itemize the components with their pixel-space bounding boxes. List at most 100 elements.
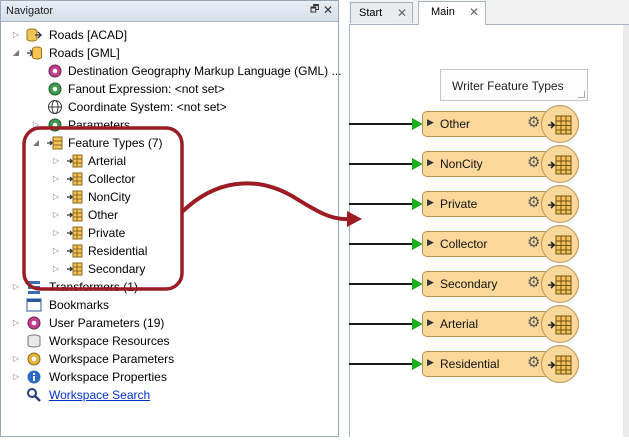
tree-item-bookmarks[interactable]: Bookmarks [1,296,338,314]
expand-arrow-icon[interactable]: ▷ [51,228,61,238]
table-icon [548,115,572,135]
close-icon[interactable]: ✕ [323,4,335,16]
writer-feature-type-collector[interactable]: ▶ Collector ⚙ [422,231,552,257]
writer-feature-type-residential[interactable]: ▶ Residential ⚙ [422,351,552,377]
tree-item-label: Arterial [88,154,127,168]
tree-item-workspace-properties[interactable]: ▷ Workspace Properties [1,368,338,386]
connection-line[interactable] [349,243,413,245]
expand-arrow-icon[interactable]: ▷ [51,174,61,184]
tree-item-label: Feature Types (7) [68,136,163,150]
expand-chevron-icon[interactable]: ▶ [427,197,434,208]
vertical-scrollbar[interactable] [623,25,629,437]
connection-line[interactable] [349,203,413,205]
gear-icon[interactable]: ⚙ [527,235,540,251]
connection-line[interactable] [349,123,413,125]
expand-chevron-icon[interactable]: ▶ [427,237,434,248]
connection-line[interactable] [349,283,413,285]
gear-icon[interactable]: ⚙ [527,315,540,331]
expand-arrow-icon[interactable]: ▷ [11,318,21,328]
dataset-reader-icon [26,28,42,42]
close-icon[interactable]: ✕ [469,5,479,19]
writer-feature-type-secondary[interactable]: ▶ Secondary ⚙ [422,271,552,297]
connection-line[interactable] [349,363,413,365]
expand-arrow-icon[interactable]: ▷ [51,246,61,256]
writer-feature-type-arterial[interactable]: ▶ Arterial ⚙ [422,311,552,337]
expand-arrow-icon[interactable]: ▷ [51,264,61,274]
tree-item-label: Destination Geography Markup Language (G… [68,64,342,78]
tree-item-fanout-expression[interactable]: Fanout Expression: <not set> [1,80,338,98]
expand-chevron-icon[interactable]: ▶ [427,157,434,168]
table-icon [548,235,572,255]
writer-table-icon[interactable] [541,305,579,343]
tree-item-arterial[interactable]: ▷ Arterial [1,152,338,170]
workspace-search-link[interactable]: Workspace Search [49,386,150,404]
table-icon [548,315,572,335]
tree-item-workspace-search[interactable]: Workspace Search [1,386,338,404]
tree-item-workspace-parameters[interactable]: ▷ Workspace Parameters [1,350,338,368]
tree-item-label: NonCity [88,190,131,204]
expand-arrow-icon[interactable]: ▷ [51,156,61,166]
gear-icon[interactable]: ⚙ [527,355,540,371]
collapse-arrow-icon[interactable]: ◢ [31,138,41,148]
expand-arrow-icon[interactable]: ▷ [31,120,41,130]
gear-icon[interactable]: ⚙ [527,195,540,211]
resize-grip-icon[interactable] [578,91,585,98]
tree-item-label: Other [88,208,119,222]
close-icon[interactable]: ✕ [397,6,407,20]
tree-item-label: Workspace Parameters [49,352,175,366]
writer-table-icon[interactable] [541,345,579,383]
connection-line[interactable] [349,323,413,325]
gear-icon[interactable]: ⚙ [527,115,540,131]
feature-type-icon [67,172,83,186]
restore-icon[interactable]: 🗗 [310,5,321,15]
tree-item-noncity[interactable]: ▷ NonCity [1,188,338,206]
gear-icon[interactable]: ⚙ [527,275,540,291]
tab-main[interactable]: Main ✕ [418,1,486,25]
expand-chevron-icon[interactable]: ▶ [427,357,434,368]
writer-feature-type-label: NonCity [440,157,483,171]
tree-item-feature-types[interactable]: ◢ Feature Types (7) [1,134,338,152]
connection-line[interactable] [349,163,413,165]
expand-arrow-icon[interactable]: ▷ [11,372,21,382]
expand-chevron-icon[interactable]: ▶ [427,317,434,328]
expand-arrow-icon[interactable]: ▷ [11,30,21,40]
tree-item-destination-gml[interactable]: Destination Geography Markup Language (G… [1,62,342,80]
tree-item-label: Secondary [88,262,146,276]
expand-arrow-icon[interactable]: ▷ [11,354,21,364]
tab-start[interactable]: Start ✕ [350,2,413,23]
writer-table-icon[interactable] [541,185,579,223]
tree-item-collector[interactable]: ▷ Collector [1,170,338,188]
writer-table-icon[interactable] [541,145,579,183]
collapse-arrow-icon[interactable]: ◢ [11,48,21,58]
gear-icon [48,118,62,132]
tree-item-transformers[interactable]: ▷ Transformers (1) [1,278,338,296]
writer-table-icon[interactable] [541,265,579,303]
expand-arrow-icon[interactable]: ▷ [51,210,61,220]
writer-feature-type-other[interactable]: ▶ Other ⚙ [422,111,552,137]
tree-item-label: Roads [GML] [49,46,120,60]
tree-item-user-parameters[interactable]: ▷ User Parameters (19) [1,314,338,332]
tree-item-private[interactable]: ▷ Private [1,224,338,242]
writer-feature-type-label: Arterial [440,317,479,331]
tree-item-roads-acad[interactable]: ▷ Roads [ACAD] [1,26,338,44]
expand-chevron-icon[interactable]: ▶ [427,117,434,128]
tree-item-label: Private [88,226,126,240]
tree-item-parameters[interactable]: ▷ Parameters [1,116,338,134]
tree-item-secondary[interactable]: ▷ Secondary [1,260,338,278]
tab-label: Main [431,6,455,18]
tree-item-roads-gml[interactable]: ◢ Roads [GML] [1,44,338,62]
writer-feature-type-private[interactable]: ▶ Private ⚙ [422,191,552,217]
tree-item-label: Parameters [68,118,131,132]
tree-item-coordinate-system[interactable]: Coordinate System: <not set> [1,98,338,116]
annotation-box[interactable]: Writer Feature Types [440,69,588,101]
expand-arrow-icon[interactable]: ▷ [11,282,21,292]
gear-icon[interactable]: ⚙ [527,155,540,171]
expand-chevron-icon[interactable]: ▶ [427,277,434,288]
writer-table-icon[interactable] [541,105,579,143]
tree-item-other[interactable]: ▷ Other [1,206,338,224]
expand-arrow-icon[interactable]: ▷ [51,192,61,202]
writer-feature-type-noncity[interactable]: ▶ NonCity ⚙ [422,151,552,177]
tree-item-workspace-resources[interactable]: Workspace Resources [1,332,338,350]
tree-item-residential[interactable]: ▷ Residential [1,242,338,260]
writer-table-icon[interactable] [541,225,579,263]
